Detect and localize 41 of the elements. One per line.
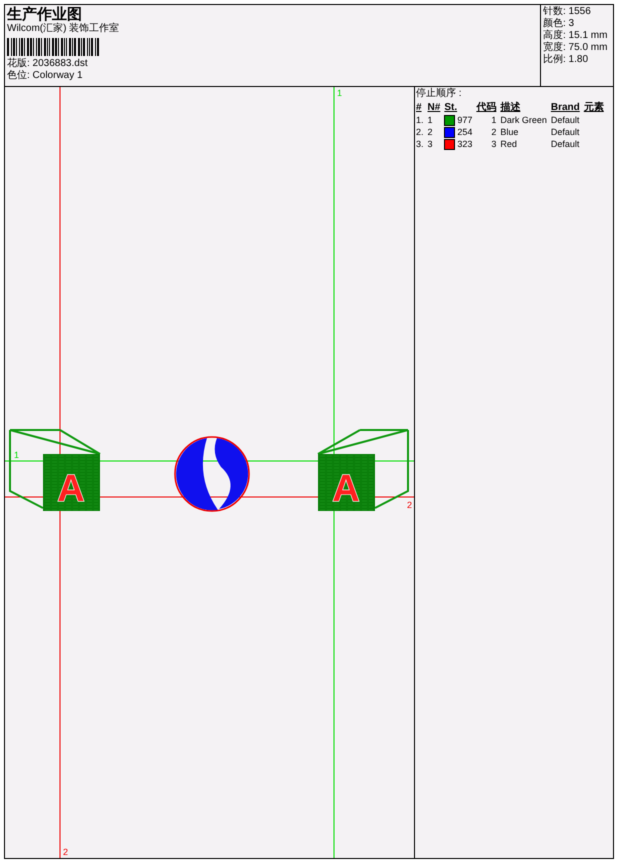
guide-label: 2: [406, 500, 412, 510]
table-cell: 254: [457, 127, 472, 138]
colorway: 色位: Colorway 1: [7, 70, 84, 82]
table-cell: 2: [491, 127, 496, 138]
table-cell: Blue: [500, 127, 518, 138]
column-header: 元素: [584, 102, 604, 113]
stop-sequence-title: 停止顺序 :: [416, 88, 463, 100]
embroidered-letter: A: [332, 468, 360, 510]
stat-line: 颜色: 3: [543, 18, 576, 30]
table-cell: 2.: [416, 127, 424, 138]
table-cell: 1: [428, 115, 433, 126]
column-header: Brand: [550, 102, 580, 112]
stat-line: 比例: 1.80: [543, 54, 590, 66]
column-header: N#: [428, 102, 440, 112]
table-cell: 3.: [416, 139, 424, 150]
sheet-title: 生产作业图: [7, 6, 83, 23]
stat-line: 高度: 15.1 mm: [543, 30, 608, 42]
table-cell: 3: [491, 139, 496, 150]
table-cell: 2: [428, 127, 433, 138]
table-cell: 977: [457, 115, 472, 126]
design-file: 花版: 2036883.dst: [7, 58, 89, 70]
table-cell: 323: [457, 139, 472, 150]
table-cell: Default: [550, 115, 580, 126]
stat-line: 宽度: 75.0 mm: [543, 42, 608, 54]
table-cell: Dark Green: [500, 115, 547, 126]
column-header: 代码: [476, 102, 496, 113]
column-header: #: [416, 102, 422, 112]
table-cell: Default: [550, 127, 580, 138]
stat-line: 针数: 1556: [543, 6, 592, 18]
table-cell: 1.: [416, 115, 424, 126]
column-header: 描述: [500, 102, 520, 113]
table-cell: 1: [491, 115, 496, 126]
embroidered-letter: A: [57, 468, 85, 510]
column-header: St.: [444, 102, 458, 112]
table-cell: Red: [500, 139, 517, 150]
company-name: Wilcom(汇家) 装饰工作室: [7, 23, 120, 35]
guide-label: 2: [63, 847, 68, 857]
table-cell: 3: [428, 139, 433, 150]
guide-label: 1: [337, 88, 342, 98]
table-cell: Default: [550, 139, 580, 150]
guide-label: 1: [14, 450, 20, 460]
